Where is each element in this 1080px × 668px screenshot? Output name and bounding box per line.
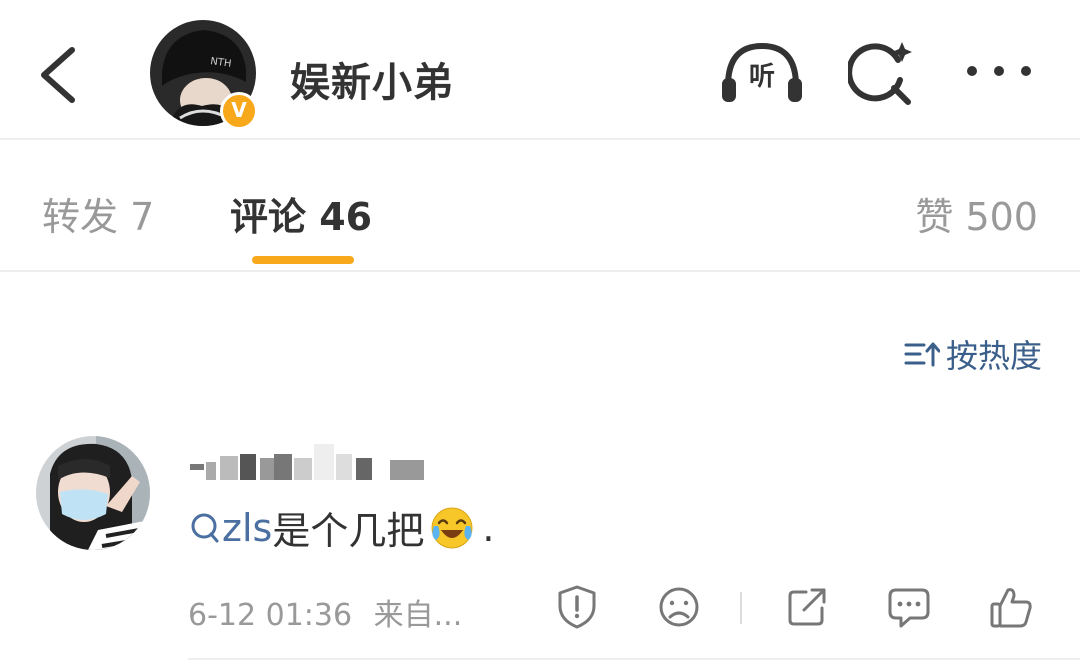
tab-like[interactable]: 赞 500 [915, 186, 1038, 241]
commenter-avatar-image [36, 436, 150, 550]
comment-meta: 6-12 01:36 来自... [188, 590, 462, 634]
sort-label: 按热度 [945, 337, 1042, 375]
comment-source[interactable]: 来自... [374, 598, 463, 633]
like-button[interactable] [988, 584, 1034, 630]
verified-badge: V [220, 92, 258, 130]
comment-body: zls 是个几把 . [190, 500, 494, 555]
sort-icon [904, 342, 940, 367]
mention-text: zls [222, 505, 273, 550]
comment-divider [188, 658, 1080, 660]
search-button[interactable] [846, 40, 916, 106]
active-tab-indicator [252, 256, 354, 264]
mention-link[interactable]: zls [190, 506, 272, 550]
report-button[interactable] [554, 584, 600, 630]
tab-comment[interactable]: 评论 46 [230, 186, 372, 241]
mention-search-icon [191, 513, 219, 542]
listen-button[interactable]: 听 [718, 40, 806, 106]
reply-icon [888, 588, 930, 628]
dislike-button[interactable] [656, 584, 702, 630]
back-button[interactable] [30, 42, 90, 108]
top-bar: NTH V 娱新小弟 听 [0, 0, 1080, 140]
author-name[interactable]: 娱新小弟 [290, 50, 454, 108]
more-button[interactable] [964, 56, 1034, 86]
reply-button[interactable] [886, 584, 932, 630]
comment-trailing: . [482, 505, 495, 550]
dislike-face-icon [659, 587, 699, 627]
tab-bar: 转发 7 评论 46 赞 500 [0, 140, 1080, 272]
action-divider [740, 592, 742, 624]
laughing-crying-emoji-icon [431, 507, 473, 548]
commenter-name-blurred[interactable] [186, 438, 426, 484]
back-arrow-icon [41, 47, 75, 103]
blurred-username-image [190, 444, 424, 480]
comment-time: 6-12 01:36 [188, 598, 353, 633]
search-sparkle-icon [846, 42, 912, 105]
share-icon [788, 588, 826, 626]
sort-button[interactable]: 按热度 [904, 334, 1042, 375]
share-button[interactable] [784, 584, 830, 630]
tab-repost[interactable]: 转发 7 [42, 186, 154, 241]
more-dots-icon [967, 66, 1031, 76]
commenter-avatar[interactable] [36, 436, 150, 550]
comment-text: 是个几把 [272, 509, 425, 553]
listen-label: 听 [748, 62, 775, 92]
like-thumb-icon [990, 588, 1032, 628]
report-icon [558, 585, 596, 629]
